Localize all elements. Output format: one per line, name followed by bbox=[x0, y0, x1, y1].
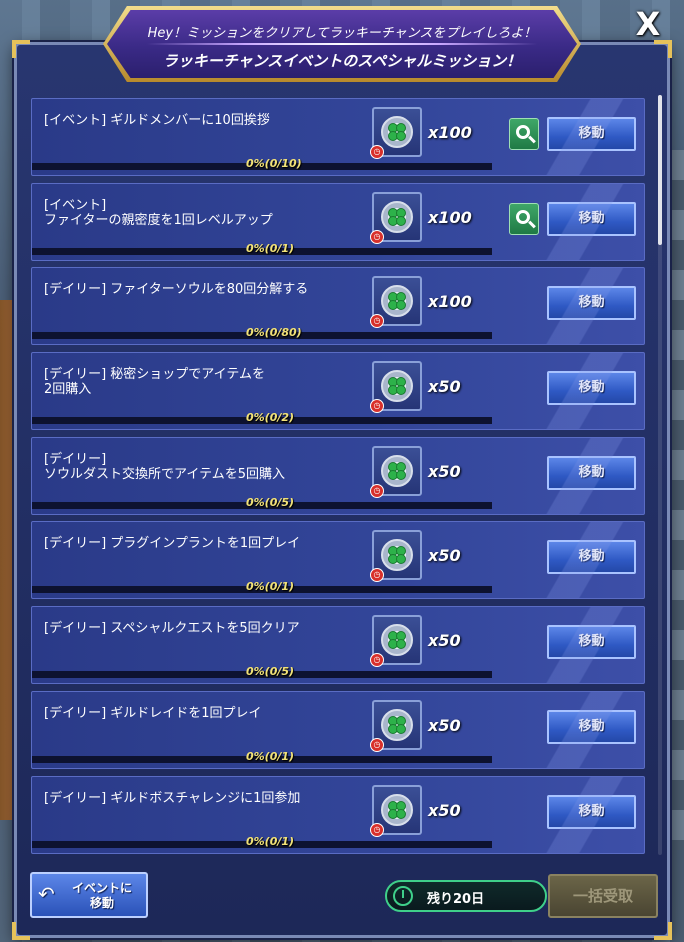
mission-title: [イベント] ギルドメンバーに10回挨拶 bbox=[44, 113, 270, 128]
mission-progress-text: 0%(0/1) bbox=[246, 241, 295, 255]
claim-all-button[interactable]: 一括受取 bbox=[548, 874, 658, 918]
remaining-time-badge: 残り20日 bbox=[385, 880, 547, 912]
clock-icon: ◷ bbox=[370, 145, 384, 159]
clock-icon bbox=[393, 886, 413, 906]
mission-title: [イベント] ファイターの親密度を1回レベルアップ bbox=[44, 197, 273, 228]
reward-quantity: x50 bbox=[428, 377, 461, 397]
reward-quantity: x100 bbox=[428, 292, 472, 312]
close-button[interactable]: X bbox=[630, 6, 666, 42]
scrollbar[interactable] bbox=[658, 95, 662, 855]
scrollbar-thumb[interactable] bbox=[658, 95, 662, 245]
reward-item[interactable]: ◷ bbox=[370, 530, 422, 583]
move-button[interactable]: 移動 bbox=[547, 117, 636, 151]
mission-row: [デイリー] 秘密ショップでアイテムを 2回購入 0%(0/2) ◷ x50 移動 bbox=[31, 352, 645, 431]
clock-icon: ◷ bbox=[370, 653, 384, 668]
clover-medal-icon bbox=[381, 793, 413, 826]
mission-title: [デイリー] ギルドレイドを1回プレイ bbox=[44, 705, 262, 721]
mission-title: [デイリー] スペシャルクエストを5回クリア bbox=[44, 621, 300, 637]
clover-medal-icon bbox=[381, 116, 413, 148]
reward-quantity: x50 bbox=[428, 800, 461, 820]
move-button[interactable]: 移動 bbox=[547, 625, 636, 660]
mission-progress-text: 0%(0/5) bbox=[246, 495, 295, 509]
search-button[interactable] bbox=[509, 118, 539, 150]
header-subtitle: Hey！ミッションをクリアしてラッキーチャンスをプレイしろよ！ bbox=[147, 26, 537, 41]
mission-progress-text: 0%(0/1) bbox=[246, 580, 295, 594]
panel-corner bbox=[654, 922, 672, 940]
clock-icon: ◷ bbox=[370, 229, 384, 244]
mission-progress-text: 0%(0/2) bbox=[246, 411, 295, 425]
mission-list: [イベント] ギルドメンバーに10回挨拶 0%(0/10) ◷ x100 移動 [イベント… bbox=[31, 98, 645, 860]
reward-item[interactable]: ◷ bbox=[370, 445, 422, 498]
go-to-event-button[interactable]: ↶ イベントに 移動 bbox=[30, 872, 148, 918]
mission-progress-text: 0%(0/1) bbox=[246, 834, 295, 848]
mission-row: [デイリー] ファイターソウルを80回分解する 0%(0/80) ◷ x100 移動 bbox=[31, 267, 645, 346]
mission-row: [イベント] ギルドメンバーに10回挨拶 0%(0/10) ◷ x100 移動 bbox=[31, 98, 645, 176]
reward-item[interactable]: ◷ bbox=[370, 276, 422, 329]
reward-quantity: x50 bbox=[428, 715, 461, 735]
move-button[interactable]: 移動 bbox=[547, 286, 636, 321]
reward-quantity: x50 bbox=[428, 631, 461, 651]
clock-icon: ◷ bbox=[370, 822, 384, 837]
reward-item[interactable]: ◷ bbox=[370, 699, 422, 752]
go-to-event-label: イベントに 移動 bbox=[71, 881, 132, 910]
page-title: ラッキーチャンスイベントのスペシャルミッション！ bbox=[162, 52, 522, 70]
clock-icon: ◷ bbox=[370, 737, 384, 752]
clover-medal-icon bbox=[381, 624, 413, 657]
move-button[interactable]: 移動 bbox=[547, 371, 636, 406]
clover-medal-icon bbox=[381, 370, 413, 403]
mission-progress-text: 0%(0/80) bbox=[246, 326, 302, 340]
mission-row: [デイリー] ソウルダスト交換所でアイテムを5回購入 0%(0/5) ◷ x50 移動 bbox=[31, 436, 645, 515]
reward-item[interactable]: ◷ bbox=[370, 361, 422, 414]
move-button[interactable]: 移動 bbox=[547, 540, 636, 575]
clover-medal-icon bbox=[381, 285, 413, 318]
panel-corner bbox=[12, 40, 30, 58]
mission-title: [デイリー] ギルドボスチャレンジに1回参加 bbox=[44, 790, 301, 806]
reward-quantity: x100 bbox=[428, 207, 472, 227]
mission-progress-text: 0%(0/5) bbox=[246, 665, 295, 679]
reward-quantity: x50 bbox=[428, 546, 461, 566]
mission-title: [デイリー] 秘密ショップでアイテムを 2回購入 bbox=[44, 367, 265, 398]
clock-icon: ◷ bbox=[370, 568, 384, 583]
move-button[interactable]: 移動 bbox=[547, 794, 636, 829]
mission-title: [デイリー] ファイターソウルを80回分解する bbox=[44, 282, 309, 298]
mission-progress-text: 0%(0/10) bbox=[246, 157, 302, 170]
mission-title: [デイリー] ソウルダスト交換所でアイテムを5回購入 bbox=[44, 451, 285, 482]
reward-item[interactable]: ◷ bbox=[370, 615, 422, 668]
move-button[interactable]: 移動 bbox=[547, 201, 636, 236]
reward-item[interactable]: ◷ bbox=[370, 784, 422, 837]
reward-quantity: x50 bbox=[428, 461, 461, 481]
mission-row: [デイリー] スペシャルクエストを5回クリア 0%(0/5) ◷ x50 移動 bbox=[31, 606, 645, 685]
reward-quantity: x100 bbox=[428, 123, 472, 142]
clock-icon: ◷ bbox=[370, 399, 384, 414]
reward-item[interactable]: ◷ bbox=[370, 191, 422, 244]
mission-row: [デイリー] プラグインプラントを1回プレイ 0%(0/1) ◷ x50 移動 bbox=[31, 521, 645, 600]
reward-item[interactable]: ◷ bbox=[370, 107, 422, 159]
clover-medal-icon bbox=[381, 454, 413, 487]
clover-medal-icon bbox=[381, 200, 413, 233]
mission-progress-text: 0%(0/1) bbox=[246, 749, 295, 763]
mission-title: [デイリー] プラグインプラントを1回プレイ bbox=[44, 536, 301, 552]
move-button[interactable]: 移動 bbox=[547, 709, 636, 744]
mission-row: [デイリー] ギルドボスチャレンジに1回参加 0%(0/1) ◷ x50 移動 bbox=[31, 775, 645, 854]
clock-icon: ◷ bbox=[370, 314, 384, 329]
header-divider bbox=[147, 43, 537, 45]
move-button[interactable]: 移動 bbox=[547, 455, 636, 490]
clock-icon: ◷ bbox=[370, 483, 384, 498]
clover-medal-icon bbox=[381, 708, 413, 741]
mission-row: [イベント] ファイターの親密度を1回レベルアップ 0%(0/1) ◷ x100 移動 bbox=[31, 182, 645, 261]
clover-medal-icon bbox=[381, 539, 413, 572]
back-arrow-icon: ↶ bbox=[38, 882, 55, 906]
search-button[interactable] bbox=[509, 202, 539, 235]
panel-corner bbox=[12, 922, 30, 940]
mission-row: [デイリー] ギルドレイドを1回プレイ 0%(0/1) ◷ x50 移動 bbox=[31, 690, 645, 769]
remaining-time-text: 残り20日 bbox=[427, 892, 485, 907]
header-banner: Hey！ミッションをクリアしてラッキーチャンスをプレイしろよ！ ラッキーチャンス… bbox=[107, 10, 577, 78]
